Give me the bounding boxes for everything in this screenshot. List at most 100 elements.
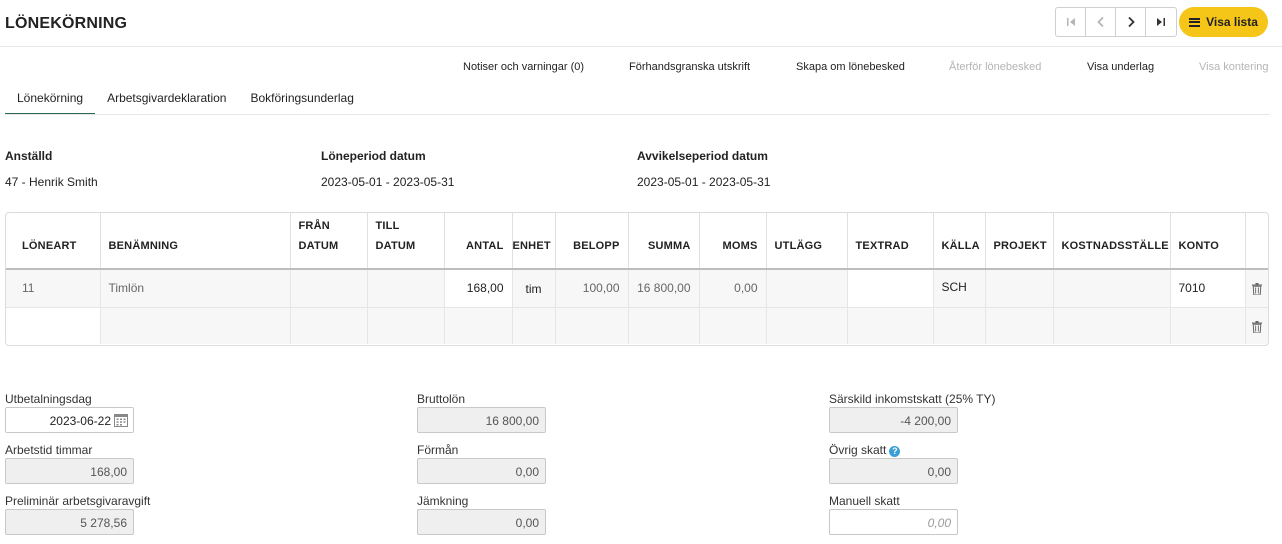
last-page-icon (1157, 18, 1165, 26)
col-enhet[interactable]: ENHET (512, 213, 556, 270)
col-to-date-line2: DATUM (375, 240, 416, 252)
employee-label: Anställd (5, 149, 53, 163)
revert-payslip-link[interactable]: Återför lönebesked (949, 61, 1041, 73)
action-bar: Notiser och varningar (0) Förhandsgransk… (0, 61, 1282, 75)
last-record-button[interactable] (1146, 8, 1176, 36)
col-utlagg[interactable]: UTLÄGG (766, 213, 848, 270)
employer-fee-field: 5 278,56 (5, 509, 134, 535)
new-cell-benamning[interactable] (100, 307, 291, 344)
new-row (6, 307, 1268, 344)
show-basis-link[interactable]: Visa underlag (1087, 61, 1154, 73)
col-summa[interactable]: SUMMA (628, 213, 700, 270)
payday-date-input[interactable]: 2023-06-22 (5, 407, 134, 433)
gross-salary-field: 16 800,00 (417, 407, 546, 433)
menu-icon (1189, 17, 1201, 27)
work-hours-field: 168,00 (5, 458, 134, 484)
cell-moms[interactable]: 0,00 (699, 269, 767, 308)
cell-kalla: SCH (933, 269, 986, 308)
cell-loneart[interactable]: 11 (6, 269, 101, 308)
cell-benamning[interactable]: Timlön (100, 269, 291, 308)
chevron-left-icon (1096, 16, 1104, 28)
cell-antal[interactable]: 168,00 (444, 269, 513, 308)
preview-print-link[interactable]: Förhandsgranska utskrift (629, 61, 750, 73)
tab-bar: Lönekörning Arbetsgivardeklaration Bokfö… (5, 85, 366, 115)
cell-enhet[interactable]: tim (512, 269, 556, 308)
cell-textrad[interactable] (847, 269, 934, 308)
help-icon[interactable]: ? (889, 446, 901, 457)
tab-payroll-run[interactable]: Lönekörning (5, 85, 96, 115)
delete-new-row-button[interactable] (1245, 307, 1268, 344)
payday-label: Utbetalningsdag (5, 392, 92, 406)
work-hours-label: Arbetstid timmar (5, 443, 93, 457)
new-cell-enhet[interactable] (512, 307, 556, 344)
col-benamning[interactable]: BENÄMNING (100, 213, 291, 270)
new-cell-antal[interactable] (444, 307, 513, 344)
other-tax-label-wrap: Övrig skatt? (829, 443, 901, 457)
cell-summa[interactable]: 16 800,00 (628, 269, 700, 308)
show-posting-link[interactable]: Visa kontering (1199, 61, 1269, 73)
col-kostnadsstalle[interactable]: KOSTNADSSTÄLLE (1053, 213, 1171, 270)
trash-icon (1251, 283, 1262, 296)
tab-accounting-basis[interactable]: Bokföringsunderlag (238, 85, 365, 115)
recreate-payslip-link[interactable]: Skapa om lönebesked (796, 61, 905, 73)
notices-link[interactable]: Notiser och varningar (0) (463, 61, 584, 73)
new-cell-moms[interactable] (699, 307, 767, 344)
record-navigation (1055, 7, 1177, 37)
payday-date-value: 2023-06-22 (49, 414, 111, 428)
col-moms[interactable]: MOMS (699, 213, 767, 270)
employee-value: 47 - Henrik Smith (5, 175, 98, 189)
cell-to-date[interactable] (367, 269, 445, 308)
other-tax-label: Övrig skatt (829, 443, 887, 457)
salary-rows-grid: LÖNEART BENÄMNING FRÅN DATUM TILL DATUM AN… (5, 212, 1269, 346)
cell-konto[interactable]: 7010 (1170, 269, 1246, 308)
special-tax-field: -4 200,00 (829, 407, 958, 433)
new-cell-projekt[interactable] (985, 307, 1054, 344)
new-cell-belopp[interactable] (555, 307, 629, 344)
new-cell-loneart[interactable] (6, 307, 101, 344)
col-from-date[interactable]: FRÅN DATUM (290, 213, 368, 270)
new-cell-utlagg[interactable] (766, 307, 848, 344)
grid-header-row: LÖNEART BENÄMNING FRÅN DATUM TILL DATUM AN… (6, 213, 1268, 270)
cell-from-date[interactable] (290, 269, 368, 308)
col-konto[interactable]: KONTO (1170, 213, 1246, 270)
new-cell-summa[interactable] (628, 307, 700, 344)
col-from-date-line1: FRÅN (298, 220, 330, 232)
show-list-button[interactable]: Visa lista (1179, 7, 1268, 37)
tab-employer-declaration[interactable]: Arbetsgivardeklaration (95, 85, 238, 115)
previous-record-button[interactable] (1086, 8, 1116, 36)
new-cell-from-date[interactable] (290, 307, 368, 344)
new-cell-textrad[interactable] (847, 307, 934, 344)
manual-tax-input[interactable]: 0,00 (829, 509, 958, 535)
new-cell-konto[interactable] (1170, 307, 1246, 344)
col-kalla[interactable]: KÄLLA (933, 213, 986, 270)
pay-period-label: Löneperiod datum (321, 149, 426, 163)
special-tax-label: Särskild inkomstskatt (25% TY) (829, 392, 996, 406)
benefit-field: 0,00 (417, 458, 546, 484)
col-antal[interactable]: ANTAL (444, 213, 513, 270)
col-loneart[interactable]: LÖNEART (6, 213, 101, 270)
col-belopp[interactable]: BELOPP (555, 213, 629, 270)
col-projekt[interactable]: PROJEKT (985, 213, 1054, 270)
employer-fee-label: Preliminär arbetsgivaravgift (5, 494, 151, 508)
cell-belopp[interactable]: 100,00 (555, 269, 629, 308)
cell-kostnadsstalle[interactable] (1053, 269, 1171, 308)
first-record-button[interactable] (1056, 8, 1086, 36)
calendar-icon[interactable] (114, 413, 128, 427)
col-to-date[interactable]: TILL DATUM (367, 213, 445, 270)
new-cell-to-date[interactable] (367, 307, 445, 344)
cell-projekt[interactable] (985, 269, 1054, 308)
tabs-divider (5, 114, 1270, 115)
page-title: LÖNEKÖRNING (5, 15, 128, 32)
first-page-icon (1066, 18, 1075, 26)
next-record-button[interactable] (1116, 8, 1146, 36)
adjustment-field: 0,00 (417, 509, 546, 535)
other-tax-field: 0,00 (829, 458, 958, 484)
delete-row-button[interactable] (1245, 269, 1268, 308)
deviation-period-value: 2023-05-01 - 2023-05-31 (637, 175, 771, 189)
col-textrad[interactable]: TEXTRAD (847, 213, 934, 270)
new-cell-kostnadsstalle[interactable] (1053, 307, 1171, 344)
pay-period-value: 2023-05-01 - 2023-05-31 (321, 175, 455, 189)
cell-utlagg[interactable] (766, 269, 848, 308)
col-from-date-line2: DATUM (298, 240, 339, 252)
page-header: LÖNEKÖRNING Visa lista (0, 0, 1282, 47)
